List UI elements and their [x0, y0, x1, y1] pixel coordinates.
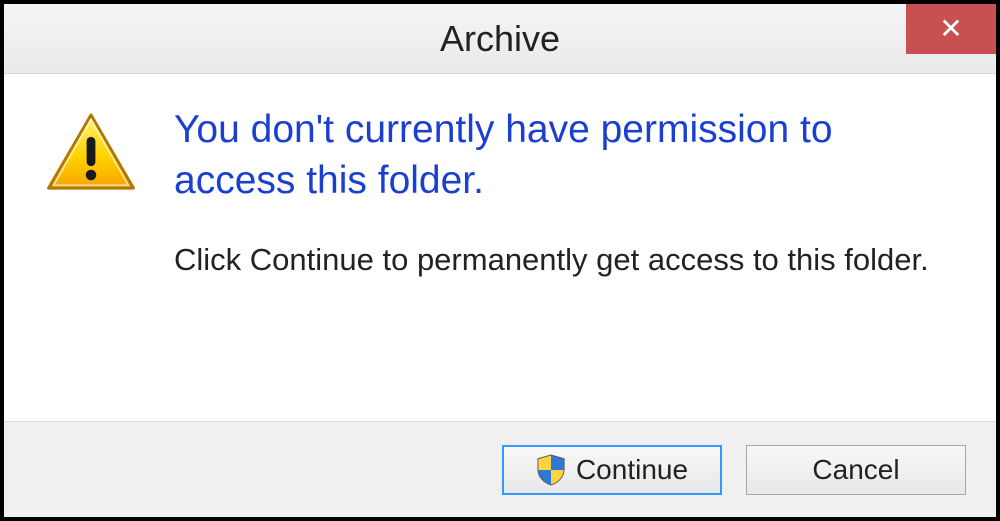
titlebar: Archive ✕ [4, 4, 996, 74]
dialog-content: You don't currently have permission to a… [4, 74, 996, 421]
close-button[interactable]: ✕ [906, 4, 996, 54]
dialog-heading: You don't currently have permission to a… [174, 104, 936, 207]
cancel-button[interactable]: Cancel [746, 445, 966, 495]
continue-button[interactable]: Continue [502, 445, 722, 495]
permission-dialog: Archive ✕ You don't current [0, 0, 1000, 521]
close-icon: ✕ [939, 15, 962, 43]
dialog-body: Click Continue to permanently get access… [174, 239, 936, 281]
warning-icon [44, 112, 138, 199]
button-row: Continue Cancel [4, 421, 996, 517]
shield-icon [536, 454, 566, 486]
dialog-title: Archive [440, 18, 560, 60]
cancel-button-label: Cancel [812, 454, 899, 486]
dialog-text: You don't currently have permission to a… [174, 104, 956, 281]
continue-button-label: Continue [576, 454, 688, 486]
